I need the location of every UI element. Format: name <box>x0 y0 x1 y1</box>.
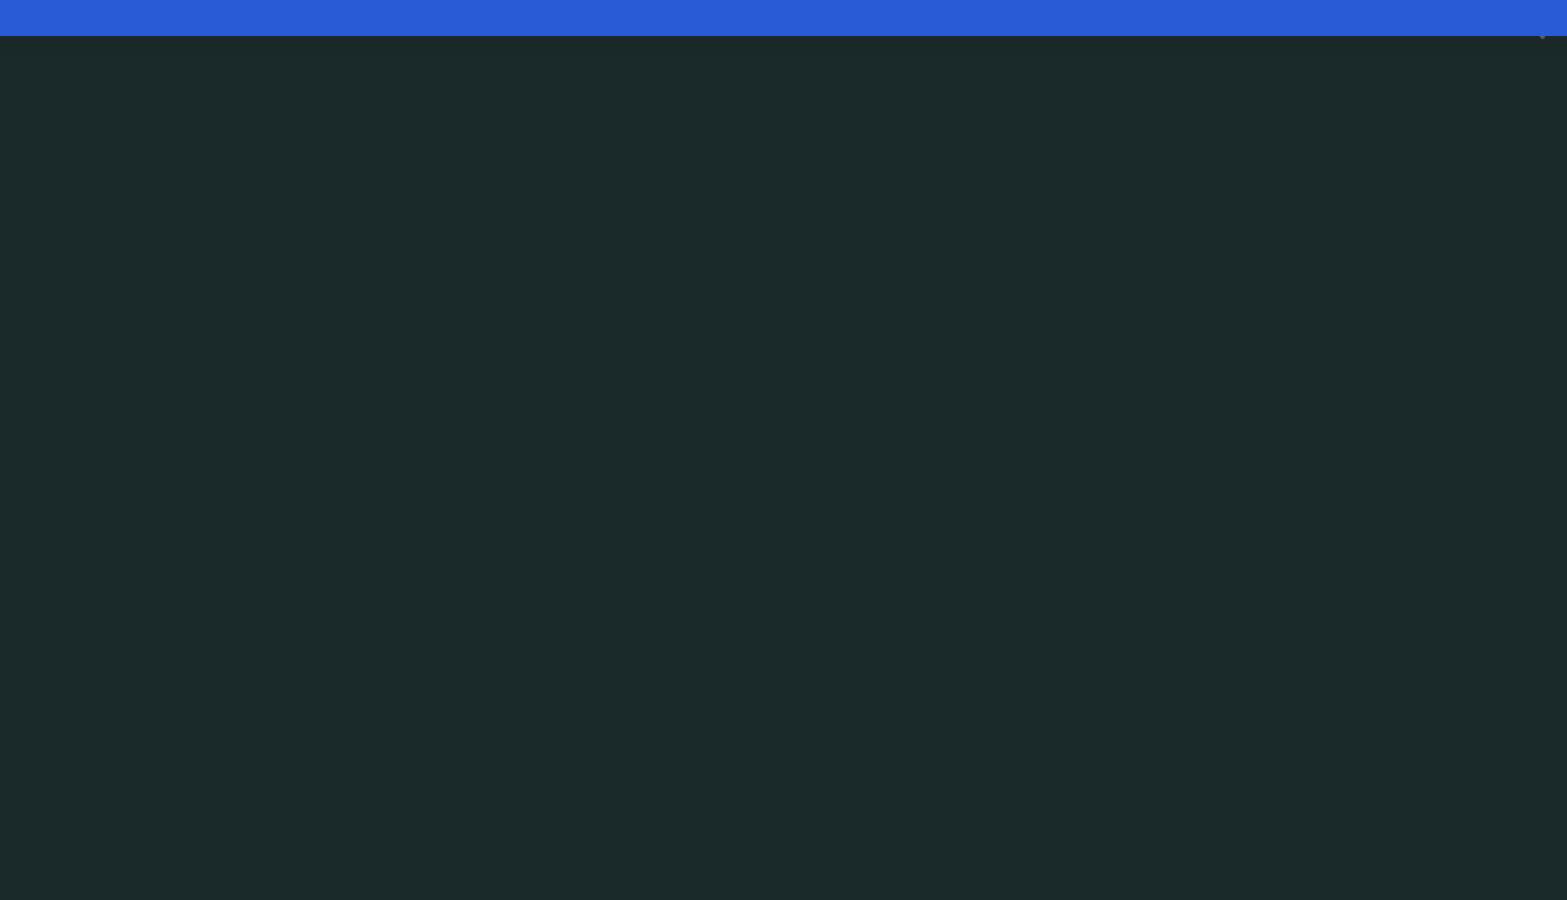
os-status-bar <box>0 0 1567 36</box>
